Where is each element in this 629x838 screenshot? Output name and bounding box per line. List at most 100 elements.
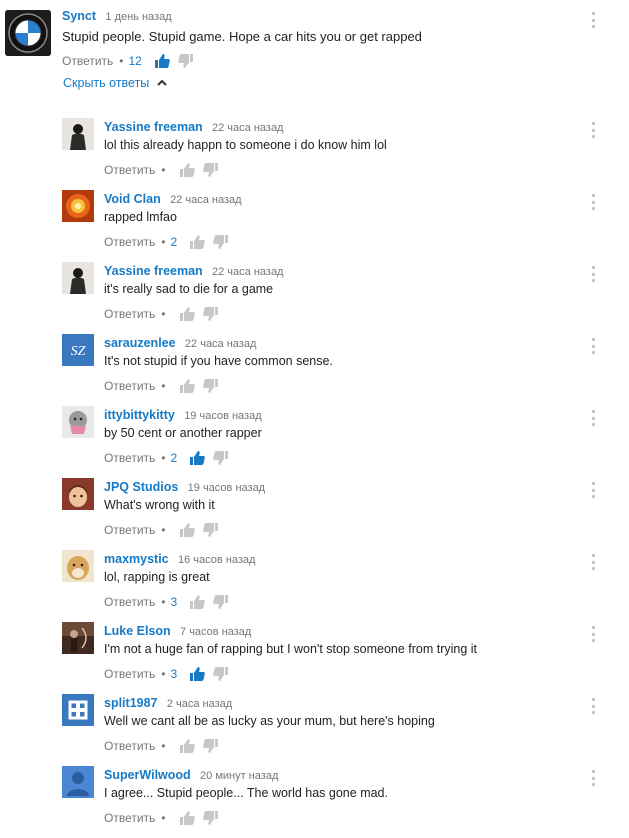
thumbs-down-icon[interactable] [202, 522, 219, 538]
cat-cupcake-icon[interactable] [62, 406, 94, 438]
comment-text: lol this already happn to someone i do k… [104, 138, 387, 152]
reply-comment: maxmystic 16 часов назад lol, rapping is… [0, 550, 629, 622]
sz-monogram-icon[interactable]: SZ [62, 334, 94, 366]
thumbs-up-icon[interactable] [189, 450, 206, 466]
timestamp[interactable]: 19 часов назад [188, 482, 265, 494]
more-menu-icon[interactable] [590, 12, 596, 28]
thumbs-up-icon[interactable] [179, 738, 195, 754]
reply-button[interactable]: Ответить [104, 667, 155, 681]
author-link[interactable]: ittybittykitty [104, 408, 175, 422]
thumbs-down-icon[interactable] [213, 450, 229, 466]
comment-text: Stupid people. Stupid game. Hope a car h… [62, 29, 422, 44]
reply-button[interactable]: Ответить [104, 163, 155, 177]
more-menu-icon[interactable] [590, 122, 596, 138]
separator-dot: • [161, 523, 166, 537]
comment-text: I'm not a huge fan of rapping but I won'… [104, 642, 478, 656]
thumbs-down-icon[interactable] [213, 594, 229, 610]
thumbs-up-icon[interactable] [189, 594, 206, 610]
reply-button[interactable]: Ответить [62, 54, 113, 68]
thumbs-up-icon[interactable] [179, 378, 195, 394]
thumbs-up-icon[interactable] [154, 53, 170, 69]
separator-dot: • [161, 667, 166, 681]
thumbs-down-icon[interactable] [202, 378, 219, 394]
author-link[interactable]: Luke Elson [104, 624, 171, 638]
thumbs-up-icon[interactable] [179, 522, 195, 538]
author-link[interactable]: Void Clan [104, 192, 161, 206]
reply-button[interactable]: Ответить [104, 739, 155, 753]
person-photo-icon[interactable] [62, 118, 94, 150]
thumbs-up-icon[interactable] [189, 666, 206, 682]
timestamp[interactable]: 1 день назад [105, 11, 171, 23]
author-link[interactable]: Synct [62, 9, 96, 23]
comment-text: lol, rapping is great [104, 570, 210, 584]
timestamp[interactable]: 22 часа назад [185, 338, 256, 350]
reply-button[interactable]: Ответить [104, 307, 155, 321]
timestamp[interactable]: 19 часов назад [184, 410, 261, 422]
doge-icon[interactable] [62, 550, 94, 582]
reply-comment: ittybittykitty 19 часов назад by 50 cent… [0, 406, 629, 478]
like-count: 3 [170, 595, 178, 609]
more-menu-icon[interactable] [590, 266, 596, 282]
cartoon-face-icon[interactable] [62, 478, 94, 510]
reply-button[interactable]: Ответить [104, 379, 155, 393]
more-menu-icon[interactable] [590, 554, 596, 570]
hide-replies-label: Скрыть ответы [63, 76, 150, 90]
comment-meta: SuperWilwood 20 минут назад [104, 768, 278, 782]
reply-button[interactable]: Ответить [104, 595, 155, 609]
reply-button[interactable]: Ответить [104, 451, 155, 465]
thumbs-up-icon[interactable] [179, 306, 195, 322]
reply-button[interactable]: Ответить [104, 523, 155, 537]
comment-actions: Ответить • 12 [62, 52, 202, 70]
author-link[interactable]: sarauzenlee [104, 336, 176, 350]
separator-dot: • [161, 451, 166, 465]
author-link[interactable]: split1987 [104, 696, 158, 710]
author-link[interactable]: SuperWilwood [104, 768, 191, 782]
reply-comment: Yassine freeman 22 часа назад lol this a… [0, 118, 629, 190]
reply-button[interactable]: Ответить [104, 811, 155, 825]
more-menu-icon[interactable] [590, 698, 596, 714]
thumbs-down-icon[interactable] [213, 234, 229, 250]
thumbs-up-icon[interactable] [179, 162, 195, 178]
fire-emblem-icon[interactable] [62, 190, 94, 222]
thumbs-down-icon[interactable] [202, 738, 219, 754]
more-menu-icon[interactable] [590, 410, 596, 426]
thumbs-up-icon[interactable] [179, 810, 195, 826]
timestamp[interactable]: 22 часа назад [212, 266, 283, 278]
timestamp[interactable]: 7 часов назад [180, 626, 251, 638]
grid-pattern-icon[interactable] [62, 694, 94, 726]
bmw-logo-icon[interactable] [5, 10, 51, 56]
timestamp[interactable]: 20 минут назад [200, 770, 278, 782]
comment-actions: Ответить • [104, 161, 227, 179]
thumbs-down-icon[interactable] [202, 162, 219, 178]
reply-comment: SZ sarauzenlee 22 часа назад It's not st… [0, 334, 629, 406]
more-menu-icon[interactable] [590, 338, 596, 354]
more-menu-icon[interactable] [590, 482, 596, 498]
timestamp[interactable]: 2 часа назад [167, 698, 232, 710]
comment-meta: ittybittykitty 19 часов назад [104, 408, 262, 422]
archer-photo-icon[interactable] [62, 622, 94, 654]
thumbs-down-icon[interactable] [178, 53, 194, 69]
thumbs-down-icon[interactable] [202, 810, 219, 826]
comment-text: It's not stupid if you have common sense… [104, 354, 333, 368]
reply-comment: split1987 2 часа назад Well we cant all … [0, 694, 629, 766]
more-menu-icon[interactable] [590, 770, 596, 786]
author-link[interactable]: JPQ Studios [104, 480, 178, 494]
hide-replies-button[interactable]: Скрыть ответы [63, 76, 167, 90]
timestamp[interactable]: 22 часа назад [212, 122, 283, 134]
person-photo-icon[interactable] [62, 262, 94, 294]
timestamp[interactable]: 22 часа назад [170, 194, 241, 206]
thumbs-up-icon[interactable] [189, 234, 206, 250]
separator-dot: • [161, 379, 166, 393]
author-link[interactable]: maxmystic [104, 552, 169, 566]
author-link[interactable]: Yassine freeman [104, 120, 203, 134]
comment-text: I agree... Stupid people... The world ha… [104, 786, 388, 800]
more-menu-icon[interactable] [590, 626, 596, 642]
thumbs-down-icon[interactable] [202, 306, 219, 322]
author-link[interactable]: Yassine freeman [104, 264, 203, 278]
like-count: 3 [170, 667, 178, 681]
default-user-icon[interactable] [62, 766, 94, 798]
reply-button[interactable]: Ответить [104, 235, 155, 249]
more-menu-icon[interactable] [590, 194, 596, 210]
thumbs-down-icon[interactable] [213, 666, 229, 682]
timestamp[interactable]: 16 часов назад [178, 554, 255, 566]
